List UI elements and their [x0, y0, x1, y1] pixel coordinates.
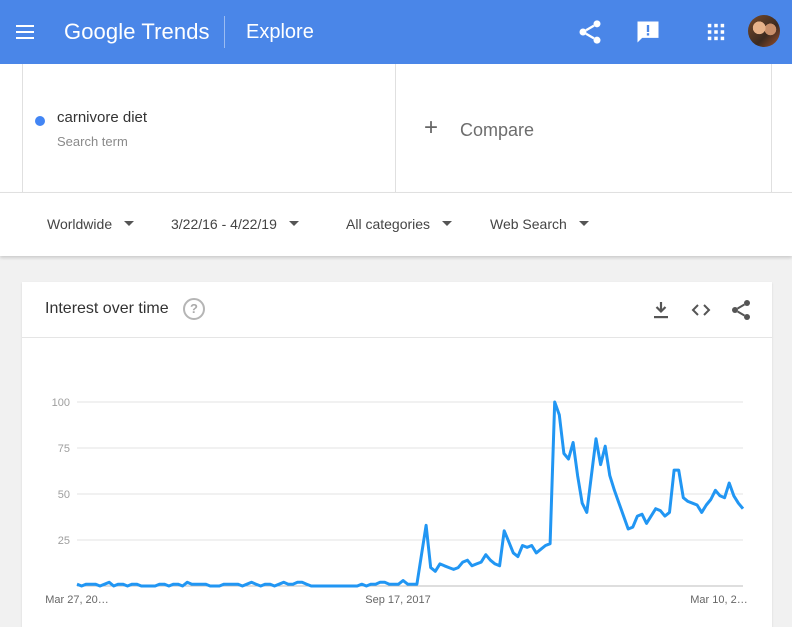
- page-section-title: Explore: [246, 21, 314, 43]
- menu-icon[interactable]: [14, 22, 36, 42]
- region-dropdown[interactable]: Worldwide: [47, 216, 135, 232]
- embed-icon[interactable]: [689, 298, 713, 322]
- search-term-subtitle: Search term: [57, 134, 128, 149]
- search-type-value: Web Search: [490, 216, 567, 232]
- dropdown-arrow-icon: [578, 220, 589, 226]
- search-type-dropdown[interactable]: Web Search: [490, 216, 589, 232]
- card-title: Interest over time: [45, 300, 169, 317]
- compare-label: Compare: [460, 120, 535, 140]
- interest-line-chart: 25 50 75 100 Mar 27, 20… Sep 17, 2017 Mar 10, …: [45, 397, 748, 606]
- term-color-dot: [35, 116, 45, 126]
- header-divider: [224, 16, 225, 48]
- logo-trends-text: Trends: [141, 19, 210, 44]
- x-tick-label: Sep 17, 2017: [365, 594, 430, 606]
- y-tick-label: 75: [58, 443, 70, 455]
- interest-over-time-card: Interest over time ? 25 50 75 100 Mar 27, 20…: [22, 282, 772, 627]
- compare-button[interactable]: + Compare: [396, 64, 772, 192]
- feedback-icon[interactable]: [634, 18, 662, 46]
- help-icon[interactable]: ?: [183, 298, 205, 320]
- x-tick-label: Mar 27, 20…: [45, 594, 109, 606]
- y-tick-label: 50: [58, 489, 70, 501]
- search-term-label: carnivore diet: [57, 109, 148, 126]
- search-term-card[interactable]: carnivore diet Search term: [22, 64, 396, 192]
- category-dropdown[interactable]: All categories: [346, 216, 453, 232]
- share-icon[interactable]: [729, 298, 753, 322]
- apps-icon[interactable]: [702, 18, 730, 46]
- logo-google-text: Google: [64, 19, 136, 44]
- y-tick-label: 100: [52, 397, 70, 409]
- category-value: All categories: [346, 216, 431, 232]
- region-value: Worldwide: [47, 216, 113, 232]
- top-app-bar: Google Trends Explore: [0, 0, 792, 64]
- download-icon[interactable]: [649, 298, 673, 322]
- dropdown-arrow-icon: [288, 220, 299, 226]
- date-range-value: 3/22/16 - 4/22/19: [171, 216, 277, 232]
- google-trends-logo[interactable]: Google Trends: [64, 16, 210, 48]
- plus-icon: +: [424, 114, 439, 141]
- avatar[interactable]: [748, 15, 780, 47]
- dropdown-arrow-icon: [442, 220, 453, 226]
- date-range-dropdown[interactable]: 3/22/16 - 4/22/19: [171, 216, 299, 232]
- y-tick-label: 25: [58, 535, 70, 547]
- x-tick-label: Mar 10, 2…: [690, 594, 747, 606]
- dropdown-arrow-icon: [124, 220, 135, 226]
- search-terms-panel: carnivore diet Search term + Compare: [0, 64, 792, 192]
- filter-bar: Worldwide 3/22/16 - 4/22/19 All categori…: [0, 192, 792, 256]
- share-icon[interactable]: [576, 18, 604, 46]
